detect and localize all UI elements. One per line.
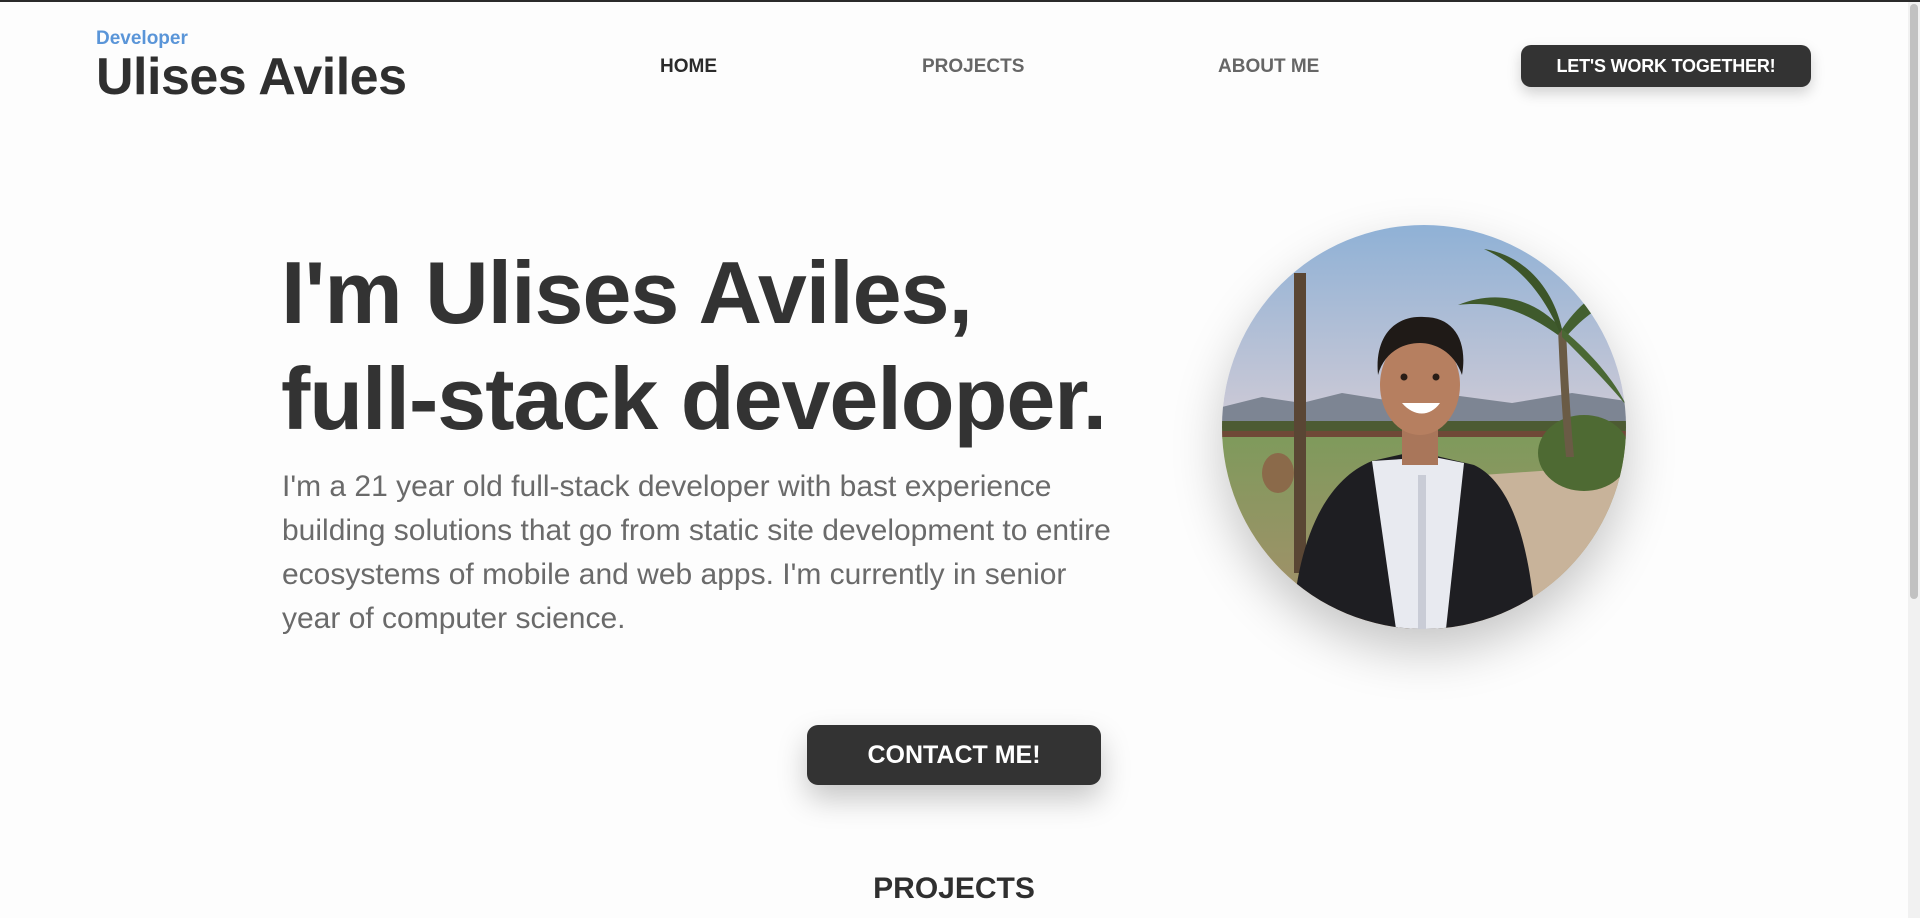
nav-home-link[interactable]: HOME	[660, 56, 717, 78]
brand-kicker: Developer	[96, 28, 188, 49]
projects-section-title: PROJECTS	[873, 872, 1035, 905]
nav-about-link[interactable]: ABOUT ME	[1218, 56, 1319, 78]
nav-projects-link[interactable]: PROJECTS	[922, 56, 1024, 78]
work-together-button[interactable]: LET'S WORK TOGETHER!	[1521, 45, 1811, 87]
hero-description: I'm a 21 year old full-stack developer w…	[282, 470, 1111, 635]
scrollbar-thumb[interactable]	[1910, 4, 1918, 599]
hero-title-line-1: I'm Ulises Aviles,	[281, 243, 973, 342]
page-scrollbar[interactable]	[1908, 2, 1920, 918]
profile-photo	[1222, 225, 1626, 629]
profile-photo-image	[1222, 225, 1626, 629]
page: Developer Ulises Aviles HOME PROJECTS AB…	[0, 0, 1920, 918]
contact-me-button[interactable]: CONTACT ME!	[807, 725, 1101, 785]
hero-title-line-2: full-stack developer.	[281, 349, 1107, 448]
hero-title: I'm Ulises Aviles, full-stack developer.	[281, 240, 1181, 452]
